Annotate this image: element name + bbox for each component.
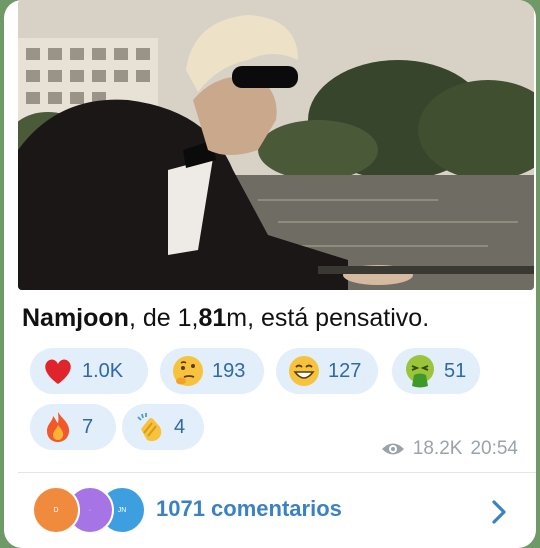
reaction-count: 127 bbox=[328, 359, 362, 382]
comments-link[interactable]: 1071 comentarios bbox=[156, 496, 342, 522]
reaction-count: 7 bbox=[82, 415, 94, 438]
reaction-thinking[interactable]: 193 bbox=[160, 348, 264, 394]
message-caption: Namjoon, de 1,81m, está pensativo. bbox=[22, 304, 532, 333]
chevron-right-icon[interactable] bbox=[490, 498, 508, 526]
eye-icon bbox=[381, 443, 404, 455]
divider bbox=[18, 472, 536, 473]
caption-height: 81 bbox=[198, 304, 227, 332]
thinking-face-icon bbox=[173, 356, 203, 386]
caption-rest: m, está pensativo. bbox=[226, 304, 430, 332]
reaction-heart[interactable]: 1.0K bbox=[30, 348, 148, 394]
vomiting-face-icon bbox=[406, 355, 434, 388]
reaction-vomit[interactable]: 51 bbox=[392, 348, 480, 394]
caption-name: Namjoon bbox=[22, 304, 129, 332]
commenter-avatars[interactable]: D · JN bbox=[32, 486, 146, 534]
message-photo[interactable] bbox=[18, 0, 534, 290]
reaction-grin[interactable]: 127 bbox=[276, 348, 378, 394]
reaction-count: 51 bbox=[444, 359, 467, 382]
avatar-initials: D bbox=[53, 506, 59, 514]
message-card: Namjoon, de 1,81m, está pensativo. 1.0K … bbox=[4, 0, 536, 548]
avatar-initials: JN bbox=[117, 506, 127, 514]
reaction-fire[interactable]: 7 bbox=[30, 404, 116, 450]
clapping-hands-icon bbox=[137, 413, 162, 442]
avatar-initials: · bbox=[88, 506, 92, 514]
photo-illustration bbox=[18, 0, 534, 290]
heart-icon bbox=[45, 359, 71, 384]
grinning-face-icon bbox=[289, 356, 319, 386]
message-time: 20:54 bbox=[470, 438, 518, 459]
reaction-count: 4 bbox=[174, 415, 186, 438]
caption-separator: , de 1, bbox=[128, 304, 199, 332]
message-meta: 18.2K 20:54 bbox=[381, 438, 518, 460]
fire-icon bbox=[47, 412, 70, 442]
reaction-count: 193 bbox=[212, 359, 246, 382]
views-count: 18.2K bbox=[412, 438, 463, 459]
reaction-count: 1.0K bbox=[82, 359, 124, 382]
avatar: D bbox=[32, 486, 80, 534]
reaction-clap[interactable]: 4 bbox=[122, 404, 204, 450]
